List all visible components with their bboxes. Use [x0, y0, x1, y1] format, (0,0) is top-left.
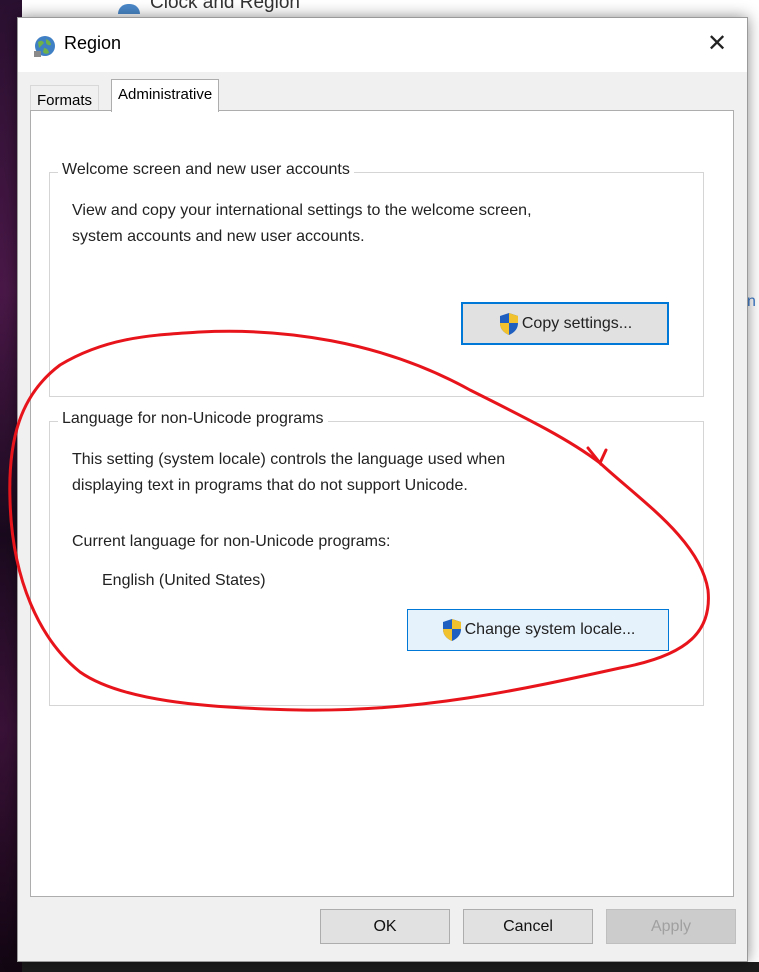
welcome-screen-group: Welcome screen and new user accounts Vie… [49, 161, 704, 397]
locale-description-line2: displaying text in programs that do not … [72, 477, 468, 494]
tab-formats[interactable]: Formats [30, 85, 100, 111]
tab-administrative[interactable]: Administrative [111, 79, 220, 112]
globe-region-icon [34, 36, 55, 57]
non-unicode-group-legend: Language for non-Unicode programs [58, 410, 328, 428]
cancel-button[interactable]: Cancel [463, 909, 593, 944]
title-bar: Region ✕ [18, 18, 747, 72]
dialog-title: Region [64, 33, 122, 53]
change-system-locale-button[interactable]: Change system locale... [407, 609, 669, 651]
copy-settings-label: Copy settings... [521, 314, 633, 332]
welcome-description-line1: View and copy your international setting… [72, 202, 532, 219]
close-button[interactable]: ✕ [695, 24, 739, 64]
region-dialog: Region ✕ Formats Administrative Welcome … [17, 17, 748, 962]
non-unicode-language-group: Language for non-Unicode programs This s… [49, 410, 704, 706]
copy-settings-button[interactable]: Copy settings... [461, 302, 669, 345]
uac-shield-icon [442, 619, 461, 641]
administrative-tab-panel: Welcome screen and new user accounts Vie… [30, 110, 734, 897]
current-language-label: Current language for non-Unicode program… [72, 533, 391, 550]
current-language-value: English (United States) [102, 572, 266, 589]
welcome-description-line2: system accounts and new user accounts. [72, 228, 365, 245]
locale-description-line1: This setting (system locale) controls th… [72, 451, 506, 468]
apply-button[interactable]: Apply [606, 909, 736, 944]
ok-button[interactable]: OK [320, 909, 450, 944]
taskbar-edge [22, 962, 759, 972]
change-system-locale-label: Change system locale... [464, 621, 636, 638]
welcome-group-legend: Welcome screen and new user accounts [58, 161, 354, 179]
background-link-fragment: n [747, 293, 756, 310]
uac-shield-icon [499, 312, 518, 335]
background-window-title: Clock and Region [150, 0, 300, 13]
